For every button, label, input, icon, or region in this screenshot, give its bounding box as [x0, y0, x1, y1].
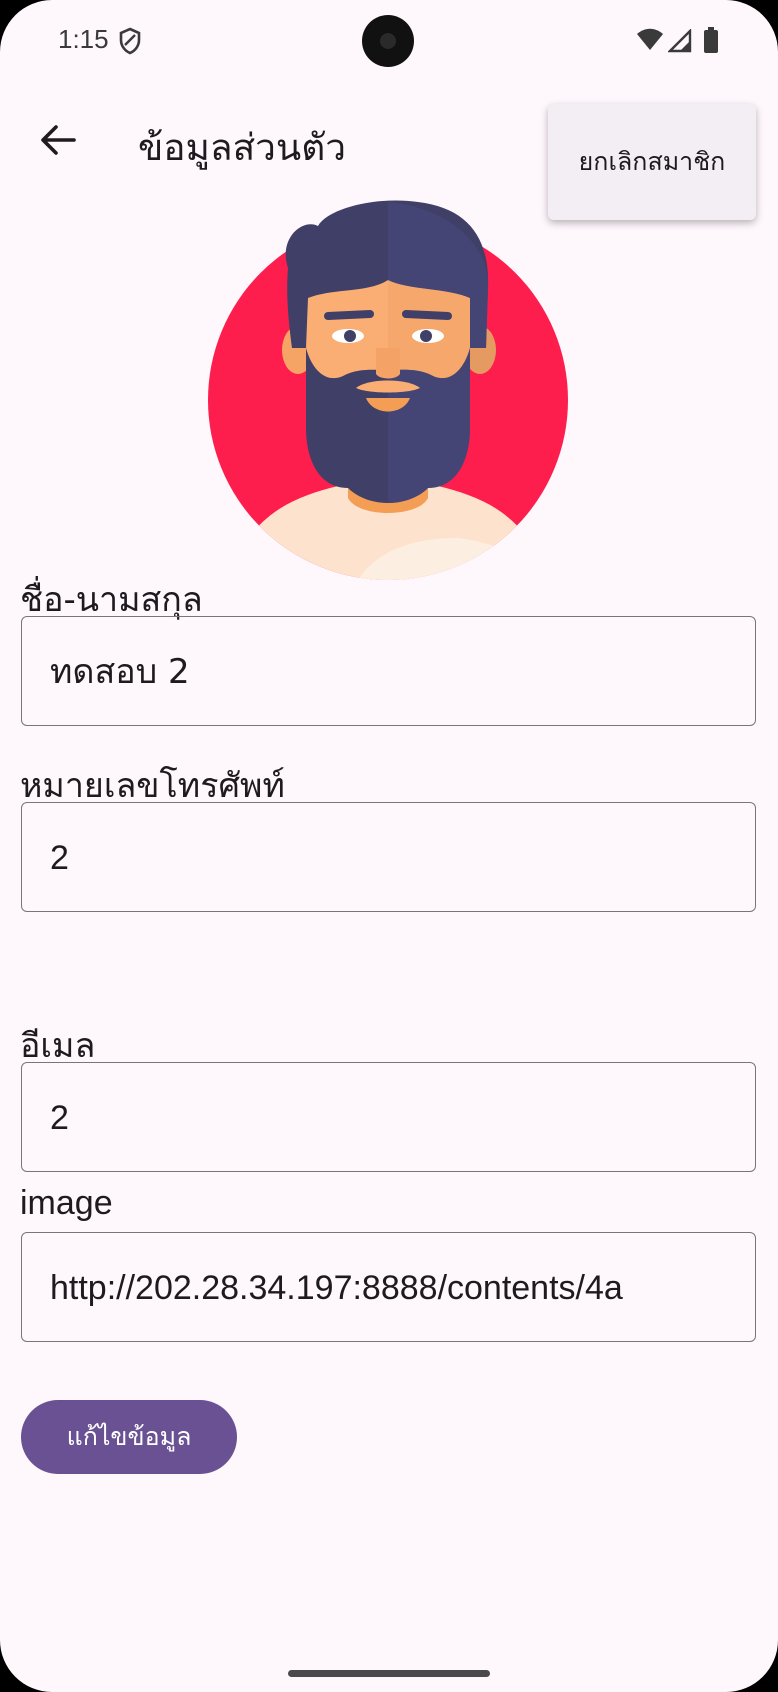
- wifi-icon: [637, 28, 663, 50]
- back-button[interactable]: [36, 118, 80, 162]
- avatar: [208, 200, 568, 580]
- page-title: ข้อมูลส่วนตัว: [138, 126, 347, 169]
- overflow-menu: ยกเลิกสมาชิก: [548, 104, 756, 220]
- name-field[interactable]: ทดสอบ 2: [21, 616, 756, 726]
- home-indicator[interactable]: [288, 1670, 490, 1677]
- status-bar: 1:15: [0, 0, 778, 84]
- name-value: ทดสอบ 2: [50, 652, 190, 692]
- email-value: 2: [50, 1099, 69, 1137]
- menu-item-cancel-membership[interactable]: ยกเลิกสมาชิก: [548, 104, 756, 220]
- phone-field[interactable]: 2: [21, 802, 756, 912]
- phone-value: 2: [50, 839, 69, 877]
- image-label: image: [20, 1184, 113, 1222]
- front-camera: [362, 15, 414, 67]
- arrow-back-icon: [41, 125, 76, 155]
- screen: 1:15 ข้อมูลส่วนตัว ยกเลิกสมาชิก ชื่อ-นาม…: [0, 0, 778, 1692]
- status-time: 1:15: [58, 24, 109, 54]
- email-field[interactable]: 2: [21, 1062, 756, 1172]
- image-url-value: http://202.28.34.197:8888/contents/4a: [50, 1269, 623, 1307]
- edit-profile-button[interactable]: แก้ไขข้อมูล: [21, 1400, 237, 1474]
- image-url-field[interactable]: http://202.28.34.197:8888/contents/4a: [21, 1232, 756, 1342]
- cell-signal-icon: [668, 29, 692, 53]
- battery-icon: [704, 27, 718, 53]
- shield-icon: [119, 27, 141, 55]
